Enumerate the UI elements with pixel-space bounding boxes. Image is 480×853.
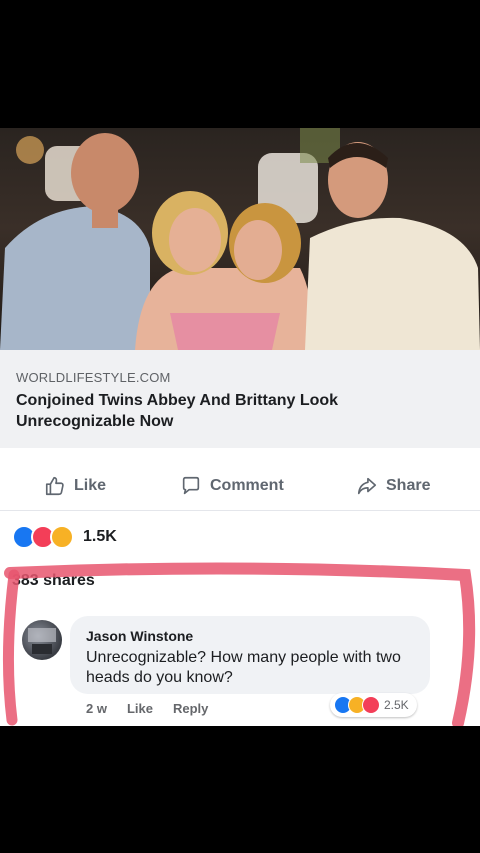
comment-label: Comment [210, 477, 284, 494]
share-button[interactable]: Share [356, 472, 430, 500]
post-action-bar: Like Comment Share [0, 462, 480, 511]
thumbs-up-icon [45, 476, 64, 496]
link-preview[interactable]: WORLDLIFESTYLE.COM Conjoined Twins Abbey… [0, 350, 480, 449]
post-reactions[interactable]: 1.5K [12, 522, 117, 552]
link-title[interactable]: Conjoined Twins Abbey And Brittany Look … [16, 390, 456, 432]
love-reaction-icon [362, 696, 380, 714]
shares-count[interactable]: 383 shares [12, 572, 95, 590]
link-domain: WORLDLIFESTYLE.COM [16, 370, 171, 385]
comment-button[interactable]: Comment [180, 472, 284, 500]
share-label: Share [386, 477, 431, 494]
comment-reactions[interactable]: 2.5K [330, 693, 417, 717]
wow-reaction-icon [50, 525, 74, 549]
comment-time: 2 w [86, 701, 107, 716]
commenter-avatar[interactable] [22, 620, 62, 660]
comment-bubble: Jason Winstone Unrecognizable? How many … [70, 616, 430, 694]
comment-author[interactable]: Jason Winstone [86, 628, 193, 644]
comment-text: Unrecognizable? How many people with two… [86, 649, 401, 686]
comment-icon [182, 476, 200, 495]
comment-reply-button[interactable]: Reply [173, 701, 208, 716]
avatar-image [28, 628, 56, 654]
share-icon [357, 477, 377, 495]
reaction-count: 1.5K [83, 528, 117, 545]
top-black-bar [0, 0, 480, 128]
post-photo[interactable] [0, 128, 480, 350]
photo-illustration [0, 128, 480, 350]
like-label: Like [74, 477, 107, 494]
comment-meta: 2 w Like Reply [86, 701, 208, 716]
like-button[interactable]: Like [44, 472, 106, 500]
comment-reaction-count: 2.5K [384, 698, 409, 712]
comment-like-button[interactable]: Like [127, 701, 153, 716]
bottom-black-bar [0, 726, 480, 853]
